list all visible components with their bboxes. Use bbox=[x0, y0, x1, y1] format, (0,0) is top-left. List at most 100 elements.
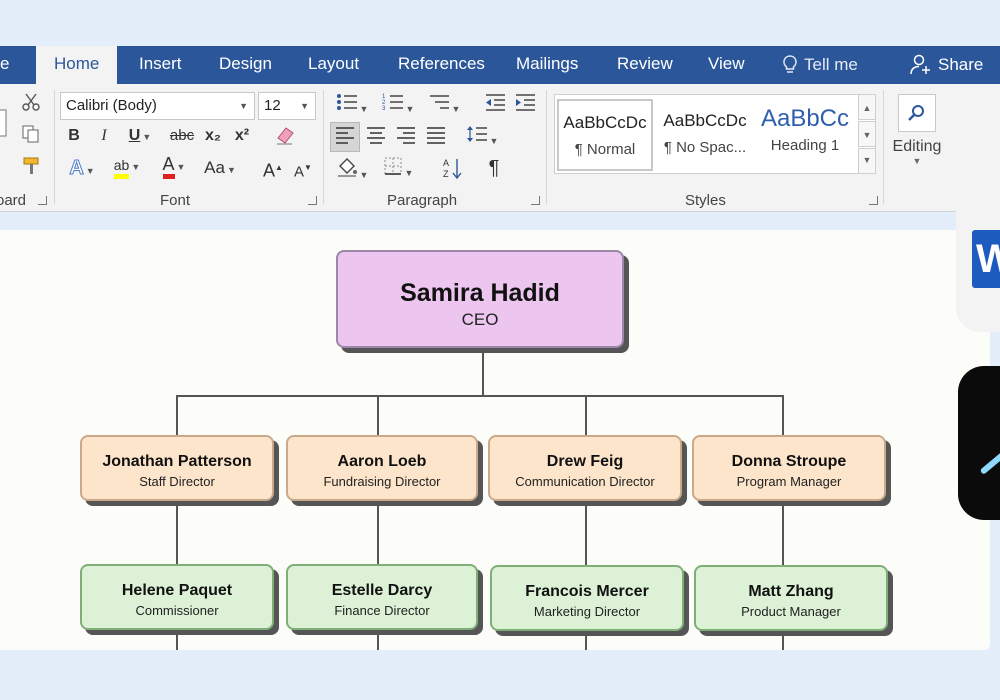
node-name: Aaron Loeb bbox=[337, 453, 427, 470]
paste-button[interactable]: e bbox=[0, 92, 8, 182]
node-title: Communication Director bbox=[515, 474, 655, 489]
tab-view[interactable]: View bbox=[708, 46, 745, 84]
clipboard-dialog-launcher[interactable] bbox=[38, 196, 47, 205]
shrink-font-button[interactable]: A▼ bbox=[292, 156, 314, 184]
style-normal[interactable]: AaBbCcDc ¶ Normal bbox=[557, 99, 653, 171]
search-icon bbox=[908, 105, 924, 121]
tab-mailings[interactable]: Mailings bbox=[516, 46, 578, 84]
styles-scroll-up-button[interactable]: ▲ bbox=[858, 94, 876, 120]
font-color-letter: A bbox=[162, 154, 175, 179]
style-no-spacing[interactable]: AaBbCcDc ¶ No Spac... bbox=[657, 99, 753, 171]
clear-formatting-button[interactable] bbox=[272, 124, 298, 154]
ribbon-tab-bar: e Home Insert Design Layout References M… bbox=[0, 46, 1000, 84]
font-size-dropdown[interactable]: 12 ▼ bbox=[258, 92, 316, 120]
cut-button[interactable] bbox=[18, 92, 44, 120]
org-node-director[interactable]: Jonathan Patterson Staff Director bbox=[80, 435, 274, 501]
tab-review[interactable]: Review bbox=[617, 46, 673, 84]
tab-home[interactable]: Home bbox=[36, 46, 118, 84]
node-name: Matt Zhang bbox=[748, 583, 834, 600]
borders-button[interactable]: ▼ bbox=[378, 156, 418, 185]
org-node-staff[interactable]: Helene Paquet Commissioner bbox=[80, 564, 274, 630]
change-case-button[interactable]: Aa ▼ bbox=[200, 156, 240, 182]
org-node-director[interactable]: Drew Feig Communication Director bbox=[488, 435, 682, 501]
decrease-indent-button[interactable] bbox=[482, 92, 508, 120]
strikethrough-button[interactable]: abc bbox=[168, 124, 196, 148]
superscript-button[interactable]: x² bbox=[231, 124, 253, 148]
underline-button[interactable]: U ▼ bbox=[124, 124, 156, 149]
node-title: Marketing Director bbox=[533, 604, 641, 619]
node-name: Samira Hadid bbox=[400, 279, 560, 307]
numbering-button[interactable]: 1 2 3 ▼ bbox=[378, 92, 418, 121]
multilevel-list-button[interactable]: ▼ bbox=[424, 92, 464, 121]
connector-line bbox=[782, 395, 784, 437]
text-effects-button[interactable]: A ▼ bbox=[62, 156, 102, 183]
bullets-button[interactable]: ▼ bbox=[332, 92, 372, 121]
grow-font-letter: A bbox=[263, 160, 276, 181]
styles-dialog-launcher[interactable] bbox=[869, 196, 878, 205]
share-button[interactable]: Share bbox=[910, 46, 983, 84]
chevron-down-icon: ▼ bbox=[300, 101, 309, 111]
bold-button[interactable]: B bbox=[64, 124, 84, 148]
org-node-staff[interactable]: Francois Mercer Marketing Director bbox=[490, 565, 684, 631]
tab-layout[interactable]: Layout bbox=[308, 46, 359, 84]
ribbon-separator bbox=[323, 90, 324, 204]
increase-indent-button[interactable] bbox=[512, 92, 538, 120]
style-sample: AaBbCcDc bbox=[563, 113, 647, 132]
align-center-icon bbox=[367, 127, 385, 144]
ribbon-separator bbox=[883, 90, 884, 204]
format-painter-button[interactable] bbox=[18, 156, 44, 184]
format-painter-icon bbox=[23, 157, 39, 174]
editing-button[interactable]: Editing ▼ bbox=[888, 90, 946, 186]
show-formatting-marks-button[interactable]: ¶ bbox=[482, 156, 506, 180]
align-left-button[interactable] bbox=[330, 122, 360, 152]
node-name: Donna Stroupe bbox=[731, 453, 847, 470]
org-node-director[interactable]: Donna Stroupe Program Manager bbox=[692, 435, 886, 501]
node-title: Program Manager bbox=[736, 474, 842, 489]
align-right-button[interactable] bbox=[394, 126, 418, 152]
connector-line bbox=[377, 504, 379, 566]
grow-font-button[interactable]: A▲ bbox=[262, 156, 284, 184]
connector-line bbox=[782, 630, 784, 650]
chevron-down-icon: ▼ bbox=[226, 165, 236, 175]
font-name-value: Calibri (Body) bbox=[66, 97, 157, 114]
connector-line bbox=[377, 630, 379, 650]
font-color-button[interactable]: A ▼ bbox=[154, 154, 194, 179]
italic-button[interactable]: I bbox=[94, 124, 114, 148]
highlight-letters: ab bbox=[113, 156, 130, 179]
copy-button[interactable] bbox=[18, 124, 44, 152]
line-spacing-button[interactable]: ▼ bbox=[462, 124, 502, 153]
org-node-ceo[interactable]: Samira Hadid CEO bbox=[336, 250, 624, 348]
style-name: ¶ Normal bbox=[574, 141, 636, 158]
sort-button[interactable]: A Z bbox=[440, 156, 466, 188]
tab-file[interactable]: e bbox=[0, 46, 9, 84]
align-center-button[interactable] bbox=[364, 126, 388, 152]
org-node-staff[interactable]: Matt Zhang Product Manager bbox=[694, 565, 888, 631]
style-heading-1[interactable]: AaBbCc Heading 1 bbox=[757, 99, 853, 171]
connector-line bbox=[176, 395, 784, 397]
styles-scroll-down-button[interactable]: ▼ bbox=[858, 121, 876, 147]
node-title: Finance Director bbox=[334, 603, 430, 618]
tab-design[interactable]: Design bbox=[219, 46, 272, 84]
highlight-color-button[interactable]: ab ▼ bbox=[106, 154, 148, 179]
paint-bucket-icon bbox=[337, 158, 357, 177]
font-name-dropdown[interactable]: Calibri (Body) ▼ bbox=[60, 92, 255, 120]
node-name: Helene Paquet bbox=[121, 582, 233, 599]
tell-me-search[interactable]: Tell me bbox=[782, 46, 858, 84]
node-title: CEO bbox=[461, 310, 499, 329]
chevron-down-icon: ▼ bbox=[131, 162, 141, 172]
tab-references[interactable]: References bbox=[398, 46, 485, 84]
subscript-button[interactable]: x₂ bbox=[202, 124, 224, 148]
connector-line bbox=[585, 630, 587, 650]
paragraph-dialog-launcher[interactable] bbox=[531, 196, 540, 205]
tab-insert[interactable]: Insert bbox=[139, 46, 182, 84]
style-sample: AaBbCc bbox=[760, 105, 850, 132]
org-node-staff[interactable]: Estelle Darcy Finance Director bbox=[286, 564, 478, 630]
search-icon-frame bbox=[898, 94, 936, 132]
chevron-down-icon: ▼ bbox=[142, 132, 152, 142]
shading-button[interactable]: ▼ bbox=[332, 156, 372, 187]
justify-button[interactable] bbox=[424, 126, 448, 152]
styles-more-button[interactable]: ▼ bbox=[858, 148, 876, 174]
svg-text:3: 3 bbox=[382, 106, 386, 112]
font-dialog-launcher[interactable] bbox=[308, 196, 317, 205]
org-node-director[interactable]: Aaron Loeb Fundraising Director bbox=[286, 435, 478, 501]
